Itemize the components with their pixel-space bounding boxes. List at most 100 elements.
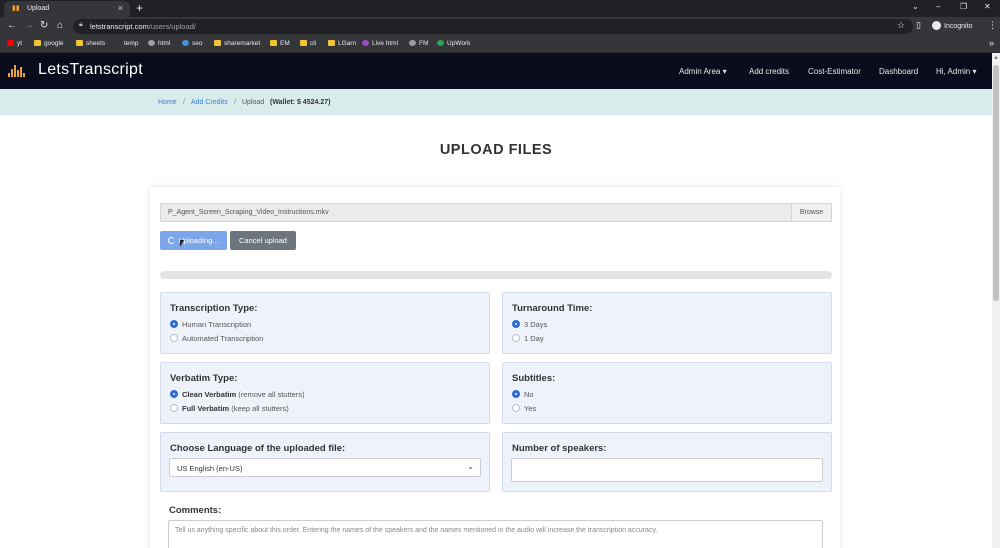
bookmark-label: cli <box>310 40 317 47</box>
radio-clean-verbatim[interactable]: Clean Verbatim (remove all stutters) <box>170 390 305 399</box>
radio-full-verbatim[interactable]: Full Verbatim (keep all stutters) <box>170 404 289 413</box>
bookmark-fm[interactable]: FM <box>409 40 428 47</box>
tab-search-icon[interactable]: ⌄ <box>912 2 919 11</box>
radio-automated-transcription[interactable]: Automated Transcription <box>170 334 263 343</box>
uploading-label: Uploading... <box>178 236 219 245</box>
folder-icon <box>270 40 277 46</box>
breadcrumb-current: Upload <box>242 99 265 106</box>
bookmark-seo[interactable]: seo <box>182 40 202 47</box>
radio-icon[interactable] <box>170 320 178 328</box>
bookmark-label: sheets <box>86 40 106 47</box>
bookmark-label: seo <box>192 40 203 47</box>
speakers-input[interactable] <box>511 458 823 482</box>
bookmark-yt[interactable]: yt <box>7 40 22 47</box>
more-bookmarks-icon[interactable]: » <box>989 38 994 48</box>
scroll-up-icon[interactable]: ▲ <box>993 55 999 61</box>
bookmark-temp[interactable]: temp <box>124 40 138 47</box>
uploading-button[interactable]: Uploading... <box>160 231 227 250</box>
browse-button[interactable]: Browse <box>791 204 831 221</box>
bookmark-cli[interactable]: cli <box>300 40 316 47</box>
forward-icon[interactable]: → <box>24 20 34 31</box>
language-title: Choose Language of the uploaded file: <box>170 443 346 454</box>
home-icon[interactable]: ⌂ <box>57 20 63 31</box>
bookmark-html[interactable]: html <box>148 40 170 47</box>
language-value: US English (en-US) <box>177 464 243 473</box>
globe-icon <box>362 40 369 46</box>
comments-textarea[interactable]: Tell us anything specific about this ord… <box>168 520 823 548</box>
language-panel: Choose Language of the uploaded file: US… <box>160 432 490 492</box>
nav-dashboard[interactable]: Dashboard <box>879 67 918 76</box>
file-input[interactable]: P_Agent_Screen_Scraping_Video_Instructio… <box>160 203 832 222</box>
folder-icon <box>214 40 221 46</box>
youtube-icon <box>7 40 14 46</box>
file-name: P_Agent_Screen_Scraping_Video_Instructio… <box>168 209 329 216</box>
option-label: Automated Transcription <box>182 334 264 343</box>
folder-icon <box>34 40 41 46</box>
browser-tab[interactable]: ▮▮ Upload × <box>4 1 130 17</box>
close-tab-icon[interactable]: × <box>118 3 123 13</box>
scrollbar-thumb[interactable] <box>993 65 999 301</box>
nav-admin-area[interactable]: Admin Area ▾ <box>679 67 727 76</box>
incognito-indicator[interactable]: Incognito <box>932 21 972 30</box>
comments-title: Comments: <box>169 505 222 516</box>
bookmark-sharemarket[interactable]: sharemarket <box>214 40 260 47</box>
radio-icon[interactable] <box>170 404 178 412</box>
turnaround-time-title: Turnaround Time: <box>512 303 593 314</box>
upwork-icon <box>437 40 444 46</box>
radio-icon[interactable] <box>512 404 520 412</box>
bookmark-live-html[interactable]: Live html <box>362 40 398 47</box>
page-scrollbar[interactable]: ▲ <box>992 53 1000 548</box>
folder-icon <box>328 40 335 46</box>
bookmark-star-icon[interactable]: ☆ <box>897 20 905 31</box>
bookmark-label: FM <box>419 40 429 47</box>
breadcrumb-add-credits[interactable]: Add Credits <box>191 99 228 106</box>
radio-icon[interactable] <box>170 390 178 398</box>
subtitles-panel: Subtitles: No Yes <box>502 362 832 424</box>
back-icon[interactable]: ← <box>7 20 17 31</box>
bookmark-google[interactable]: google <box>34 40 64 47</box>
address-bar[interactable]: 🔒︎ letstranscript.com/users/upload/ ☆ <box>73 19 913 34</box>
minimize-icon[interactable]: – <box>936 2 940 11</box>
radio-icon[interactable] <box>512 320 520 328</box>
site-navbar: LetsTranscript Admin Area ▾ Add credits … <box>0 53 992 89</box>
nav-add-credits[interactable]: Add credits <box>749 67 789 76</box>
language-select[interactable]: US English (en-US) ⌄ <box>169 458 481 477</box>
cancel-upload-button[interactable]: Cancel upload <box>230 231 296 250</box>
close-window-icon[interactable]: ✕ <box>984 2 991 11</box>
bookmark-sheets[interactable]: sheets <box>76 40 105 47</box>
bookmark-label: google <box>44 40 64 47</box>
radio-icon[interactable] <box>170 334 178 342</box>
radio-human-transcription[interactable]: Human Transcription <box>170 320 251 329</box>
speakers-title: Number of speakers: <box>512 443 607 454</box>
radio-icon[interactable] <box>512 390 520 398</box>
radio-3-days[interactable]: 3 Days <box>512 320 547 329</box>
lock-icon[interactable]: 🔒︎ <box>79 21 83 29</box>
globe-icon <box>148 40 155 46</box>
radio-subtitles-no[interactable]: No <box>512 390 534 399</box>
bookmark-label: EM <box>280 40 290 47</box>
new-tab-icon[interactable]: + <box>136 1 143 15</box>
breadcrumb: Home / Add Credits / Upload (Wallet: $ 4… <box>0 89 992 115</box>
bookmark-em[interactable]: EM <box>270 40 290 47</box>
radio-subtitles-yes[interactable]: Yes <box>512 404 536 413</box>
url-host: letstranscript.com <box>90 22 149 31</box>
bookmark-label: sharemarket <box>224 40 261 47</box>
radio-1-day[interactable]: 1 Day <box>512 334 544 343</box>
verbatim-type-title: Verbatim Type: <box>170 373 238 384</box>
menu-icon[interactable]: ⋮ <box>988 20 997 31</box>
restore-icon[interactable]: ❐ <box>960 2 967 11</box>
wallet-balance: (Wallet: $ 4524.27) <box>270 99 331 106</box>
option-note: (remove all stutters) <box>238 390 305 399</box>
folder-icon <box>300 40 307 46</box>
reload-icon[interactable]: ↻ <box>40 20 48 31</box>
nav-user-menu[interactable]: Hi, Admin ▾ <box>936 67 976 76</box>
brand-name[interactable]: LetsTranscript <box>38 61 143 79</box>
nav-cost-estimator[interactable]: Cost-Estimator <box>808 67 861 76</box>
spinner-icon <box>168 237 176 244</box>
bookmark-upwork[interactable]: UpWork <box>437 40 470 47</box>
waveform-logo-icon[interactable] <box>8 65 26 77</box>
side-panel-icon[interactable]: ▯ <box>916 20 921 31</box>
bookmark-lgarn[interactable]: LGarn <box>328 40 356 47</box>
breadcrumb-home[interactable]: Home <box>158 99 177 106</box>
radio-icon[interactable] <box>512 334 520 342</box>
